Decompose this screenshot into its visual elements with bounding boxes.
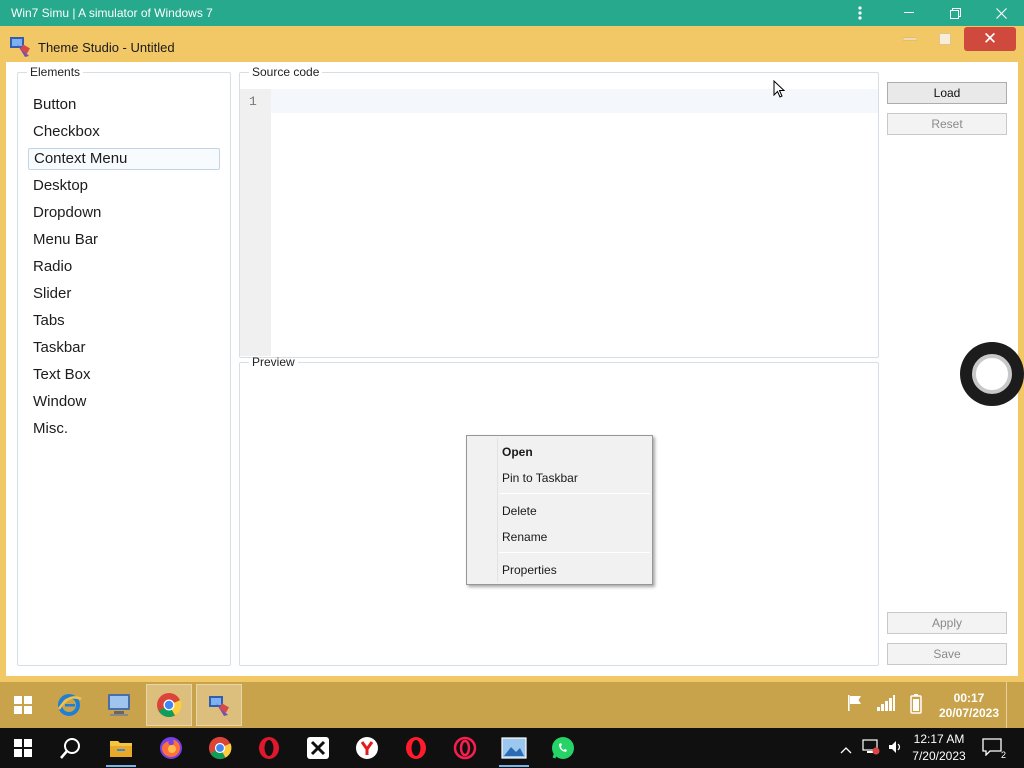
chrome-icon[interactable] (146, 684, 192, 726)
theme-studio-icon[interactable] (196, 684, 242, 726)
os-date: 7/20/2023 (912, 749, 966, 763)
file-explorer-icon[interactable] (102, 733, 140, 767)
window-title: Theme Studio - Untitled (38, 40, 175, 55)
theme-studio-window: Theme Studio - Untitled ✕ Elements Butto… (0, 26, 1024, 682)
element-item-tabs[interactable]: Tabs (28, 310, 220, 337)
chrome-icon[interactable] (201, 733, 239, 763)
preview-legend: Preview (252, 355, 295, 369)
element-item-taskbar[interactable]: Taskbar (28, 337, 220, 364)
more-vertical-icon[interactable] (837, 0, 883, 26)
element-item-desktop[interactable]: Desktop (28, 175, 220, 202)
restore-icon[interactable] (932, 0, 978, 26)
firefox-icon[interactable] (152, 733, 190, 763)
reset-button[interactable]: Reset (887, 113, 1007, 135)
action-center-flag-icon[interactable] (846, 694, 864, 717)
context-menu-item-rename[interactable]: Rename (502, 530, 547, 544)
elements-panel: Elements Button Checkbox Context Menu Deskt… (17, 65, 231, 666)
active-indicator (499, 765, 529, 767)
battery-icon[interactable] (910, 694, 922, 719)
load-button[interactable]: Load (887, 82, 1007, 104)
whatsapp-icon[interactable] (544, 733, 582, 763)
context-menu-separator (499, 493, 650, 494)
save-button[interactable]: Save (887, 643, 1007, 665)
host-title-bar: Win7 Simu | A simulator of Windows 7 (0, 0, 1024, 26)
window-close-button[interactable]: ✕ (964, 27, 1016, 51)
network-signal-icon[interactable] (876, 694, 896, 717)
element-item-text-box[interactable]: Text Box (28, 364, 220, 391)
assistive-touch-icon (972, 354, 1012, 394)
opera-icon[interactable] (250, 733, 288, 763)
network-icon[interactable] (862, 739, 880, 760)
element-item-slider[interactable]: Slider (28, 283, 220, 310)
capcut-icon[interactable] (299, 733, 337, 763)
element-item-button[interactable]: Button (28, 94, 220, 121)
window-maximize-button[interactable] (934, 28, 956, 50)
element-item-menu-bar[interactable]: Menu Bar (28, 229, 220, 256)
minimize-icon[interactable] (886, 0, 932, 26)
context-menu-item-pin[interactable]: Pin to Taskbar (502, 471, 578, 485)
element-item-checkbox[interactable]: Checkbox (28, 121, 220, 148)
line-number-gutter: 1 (240, 89, 271, 356)
notification-count: 2 (1000, 750, 1006, 760)
start-icon[interactable] (4, 733, 42, 763)
window-minimize-button[interactable] (898, 28, 922, 50)
os-time: 12:17 AM (913, 732, 965, 746)
sim-taskbar-clock[interactable]: 00:17 20/07/2023 (936, 691, 1002, 721)
line-number: 1 (249, 94, 257, 109)
internet-explorer-icon[interactable] (46, 684, 92, 726)
simulated-taskbar: 00:17 20/07/2023 (0, 682, 1024, 728)
window-client-area: Elements Button Checkbox Context Menu Deskt… (6, 62, 1018, 676)
os-taskbar: 12:17 AM 7/20/2023 2 (0, 728, 1024, 768)
photos-icon[interactable] (495, 733, 533, 767)
context-menu-separator (499, 552, 650, 553)
yandex-icon[interactable] (348, 733, 386, 763)
notification-icon[interactable]: 2 (982, 738, 1006, 760)
element-item-context-menu[interactable]: Context Menu (28, 148, 220, 170)
close-icon: ✕ (982, 29, 998, 48)
preview-panel: Preview Open Pin to Taskbar Delete Renam… (239, 355, 879, 666)
host-title: Win7 Simu | A simulator of Windows 7 (11, 6, 213, 20)
assistive-touch-button[interactable] (960, 342, 1024, 406)
context-menu-gutter (497, 438, 498, 582)
elements-list: Button Checkbox Context Menu Desktop Dropdow… (28, 94, 220, 445)
sim-taskbar-time: 00:17 (953, 691, 985, 705)
mouse-cursor-icon (773, 79, 786, 103)
context-menu-item-properties[interactable]: Properties (502, 563, 557, 577)
context-menu-item-open[interactable]: Open (502, 445, 533, 459)
apply-button[interactable]: Apply (887, 612, 1007, 634)
search-icon[interactable] (52, 733, 90, 763)
close-icon[interactable] (978, 0, 1024, 26)
elements-legend: Elements (30, 65, 81, 79)
sim-taskbar-date: 20/07/2023 (938, 706, 1000, 720)
context-menu-item-delete[interactable]: Delete (502, 504, 537, 518)
computer-icon[interactable] (96, 684, 142, 726)
opera-gx-icon[interactable] (446, 733, 484, 763)
opera-red-icon[interactable] (397, 733, 435, 763)
element-item-radio[interactable]: Radio (28, 256, 220, 283)
show-desktop-divider (1006, 682, 1007, 728)
start-orb-icon[interactable] (0, 684, 46, 726)
chevron-up-icon[interactable] (840, 741, 852, 759)
source-code-panel: Source code 1 (239, 65, 879, 358)
element-item-dropdown[interactable]: Dropdown (28, 202, 220, 229)
theme-studio-icon (7, 34, 33, 58)
source-code-legend: Source code (252, 65, 320, 79)
code-editor[interactable] (271, 89, 878, 113)
element-item-misc[interactable]: Misc. (28, 418, 220, 445)
element-item-window[interactable]: Window (28, 391, 220, 418)
volume-icon[interactable] (888, 739, 904, 760)
os-clock[interactable]: 12:17 AM 7/20/2023 (908, 731, 970, 765)
active-indicator (106, 765, 136, 767)
context-menu-preview: Open Pin to Taskbar Delete Rename Proper… (466, 435, 653, 585)
